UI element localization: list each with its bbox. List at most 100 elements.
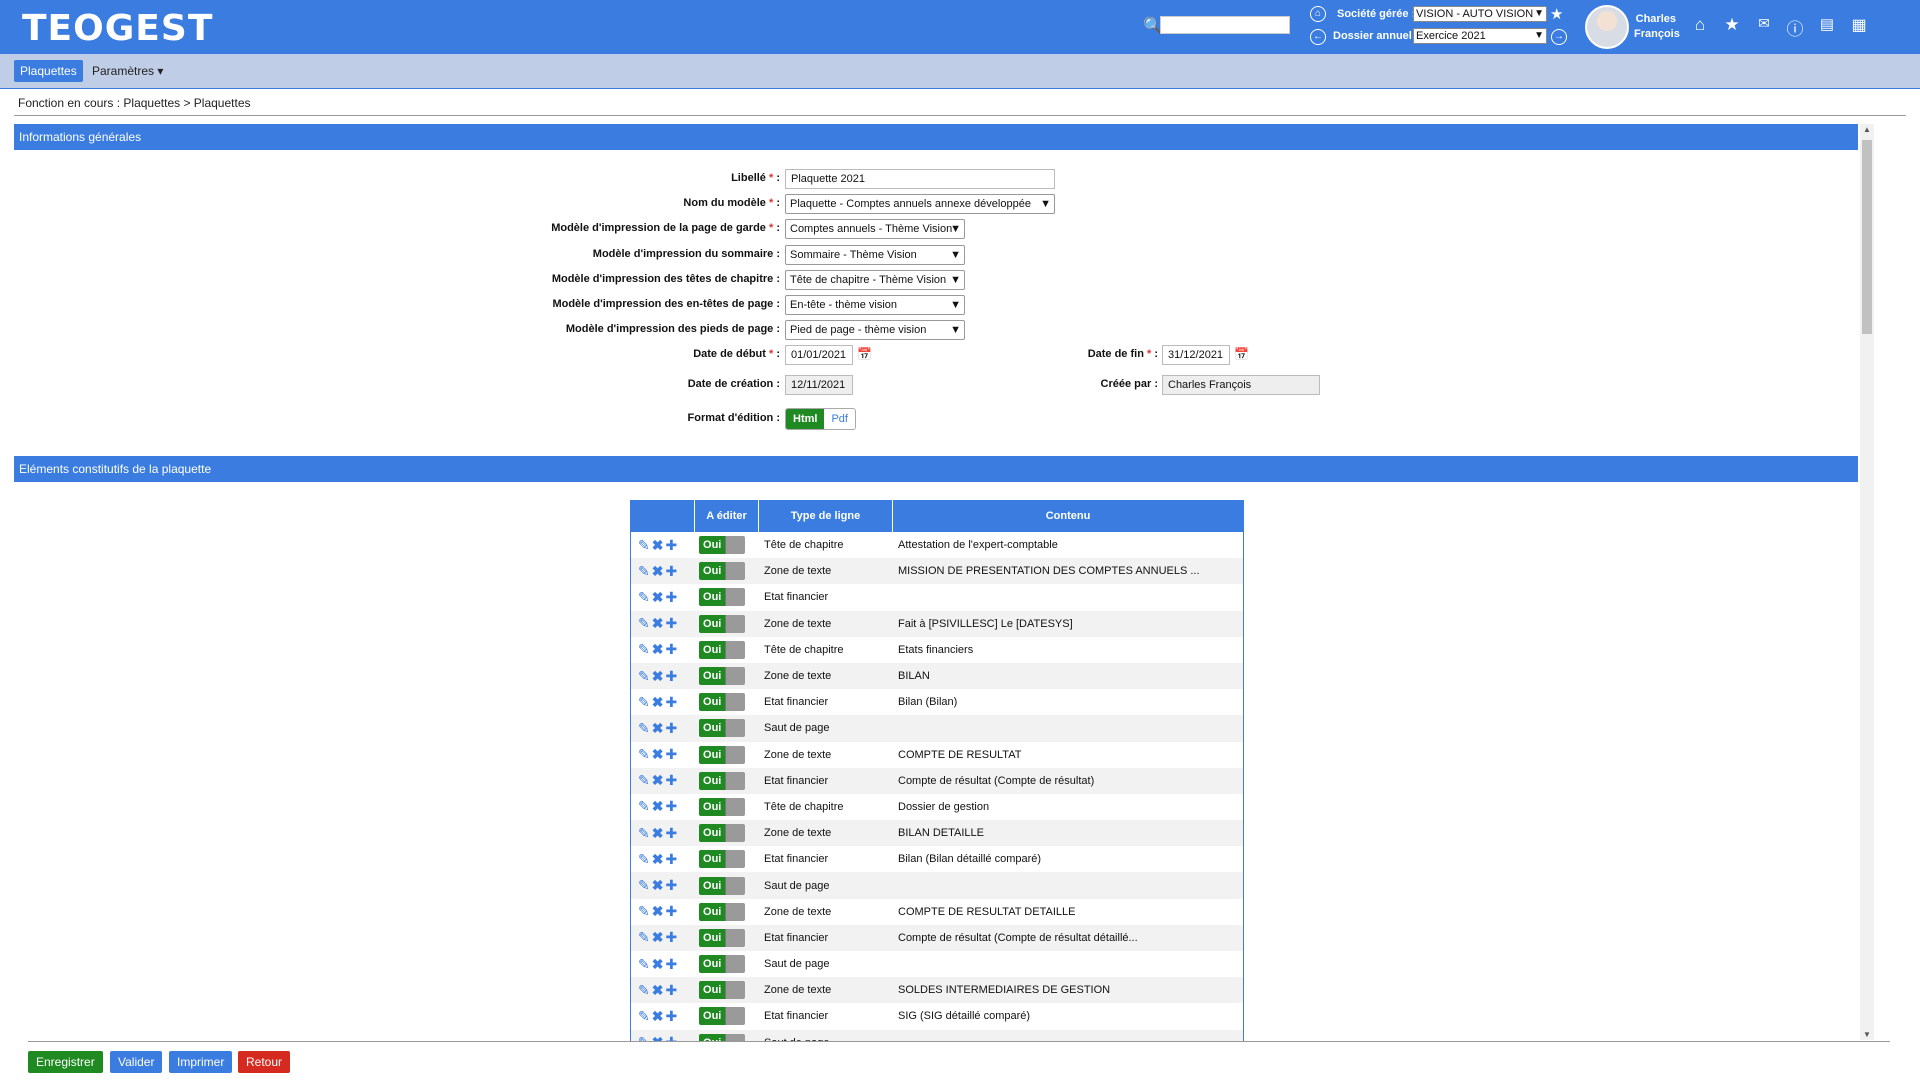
edit-icon[interactable]: ✎ xyxy=(638,641,650,658)
pied-select[interactable]: Pied de page - thème vision ▼ xyxy=(785,320,965,340)
favorites-icon[interactable]: ★ xyxy=(1721,15,1743,35)
delete-icon[interactable]: ✖ xyxy=(652,589,664,606)
add-icon[interactable]: ✚ xyxy=(665,720,677,737)
date-debut-input[interactable]: 01/01/2021 xyxy=(785,345,853,365)
next-icon[interactable]: → xyxy=(1551,29,1567,45)
edit-icon[interactable]: ✎ xyxy=(638,668,650,685)
delete-icon[interactable]: ✖ xyxy=(652,694,664,711)
add-icon[interactable]: ✚ xyxy=(665,668,677,685)
add-icon[interactable]: ✚ xyxy=(665,1008,677,1025)
format-html-option[interactable]: Html xyxy=(786,409,825,429)
delete-icon[interactable]: ✖ xyxy=(652,563,664,580)
edit-toggle[interactable]: Oui xyxy=(699,981,745,1000)
prev-icon[interactable]: ← xyxy=(1310,29,1326,45)
edit-toggle[interactable]: Oui xyxy=(699,1007,745,1026)
edit-toggle[interactable]: Oui xyxy=(699,1033,745,1041)
edit-icon[interactable]: ✎ xyxy=(638,982,650,999)
entete-select[interactable]: En-tête - thème vision ▼ xyxy=(785,295,965,315)
delete-icon[interactable]: ✖ xyxy=(652,615,664,632)
edit-icon[interactable]: ✎ xyxy=(638,694,650,711)
edit-toggle[interactable]: Oui xyxy=(699,693,745,712)
apps-icon[interactable]: ▦ xyxy=(1848,15,1870,35)
edit-toggle[interactable]: Oui xyxy=(699,562,745,581)
delete-icon[interactable]: ✖ xyxy=(652,668,664,685)
chapitre-select[interactable]: Tête de chapitre - Thème Vision ▼ xyxy=(785,270,965,290)
sommaire-select[interactable]: Sommaire - Thème Vision ▼ xyxy=(785,245,965,265)
edit-icon[interactable]: ✎ xyxy=(638,615,650,632)
edit-icon[interactable]: ✎ xyxy=(638,825,650,842)
document-icon[interactable]: ▤ xyxy=(1816,15,1838,33)
edit-toggle[interactable]: Oui xyxy=(699,902,745,921)
delete-icon[interactable]: ✖ xyxy=(652,956,664,973)
edit-icon[interactable]: ✎ xyxy=(638,1034,650,1041)
edit-toggle[interactable]: Oui xyxy=(699,928,745,947)
col-header-contenu[interactable]: Contenu xyxy=(893,500,1243,532)
delete-icon[interactable]: ✖ xyxy=(652,641,664,658)
delete-icon[interactable]: ✖ xyxy=(652,877,664,894)
delete-icon[interactable]: ✖ xyxy=(652,1034,664,1041)
edit-icon[interactable]: ✎ xyxy=(638,746,650,763)
add-icon[interactable]: ✚ xyxy=(665,956,677,973)
menu-plaquettes[interactable]: Plaquettes xyxy=(14,60,83,82)
delete-icon[interactable]: ✖ xyxy=(652,798,664,815)
edit-toggle[interactable]: Oui xyxy=(699,824,745,843)
avatar[interactable] xyxy=(1585,5,1629,49)
delete-icon[interactable]: ✖ xyxy=(652,851,664,868)
add-icon[interactable]: ✚ xyxy=(665,798,677,815)
delete-icon[interactable]: ✖ xyxy=(652,746,664,763)
menu-parametres[interactable]: Paramètres ▾ xyxy=(92,60,163,82)
col-header-type[interactable]: Type de ligne xyxy=(759,500,893,532)
add-icon[interactable]: ✚ xyxy=(665,563,677,580)
libelle-input[interactable]: Plaquette 2021 xyxy=(785,169,1055,189)
garde-select[interactable]: Comptes annuels - Thème Vision ▼ xyxy=(785,219,965,239)
delete-icon[interactable]: ✖ xyxy=(652,772,664,789)
delete-icon[interactable]: ✖ xyxy=(652,537,664,554)
edit-icon[interactable]: ✎ xyxy=(638,589,650,606)
dossier-select[interactable]: Exercice 2021 ▼ xyxy=(1413,28,1547,44)
user-name[interactable]: Charles François xyxy=(1634,12,1680,42)
societe-select[interactable]: VISION - AUTO VISION ▼ xyxy=(1413,6,1547,22)
delete-icon[interactable]: ✖ xyxy=(652,903,664,920)
add-icon[interactable]: ✚ xyxy=(665,851,677,868)
edit-icon[interactable]: ✎ xyxy=(638,798,650,815)
add-icon[interactable]: ✚ xyxy=(665,903,677,920)
search-input[interactable] xyxy=(1160,16,1290,34)
edit-icon[interactable]: ✎ xyxy=(638,563,650,580)
valider-button[interactable]: Valider xyxy=(110,1051,163,1073)
calendar-icon[interactable]: 📅 xyxy=(1234,347,1249,361)
modele-select[interactable]: Plaquette - Comptes annuels annexe dével… xyxy=(785,194,1055,214)
col-header-a-editer[interactable]: A éditer xyxy=(695,500,759,532)
add-icon[interactable]: ✚ xyxy=(665,825,677,842)
edit-toggle[interactable]: Oui xyxy=(699,667,745,686)
edit-icon[interactable]: ✎ xyxy=(638,877,650,894)
edit-toggle[interactable]: Oui xyxy=(699,640,745,659)
add-icon[interactable]: ✚ xyxy=(665,982,677,999)
edit-toggle[interactable]: Oui xyxy=(699,536,745,555)
add-icon[interactable]: ✚ xyxy=(665,746,677,763)
edit-icon[interactable]: ✎ xyxy=(638,772,650,789)
delete-icon[interactable]: ✖ xyxy=(652,825,664,842)
add-icon[interactable]: ✚ xyxy=(665,877,677,894)
mail-icon[interactable]: ✉ xyxy=(1753,15,1775,32)
add-icon[interactable]: ✚ xyxy=(665,615,677,632)
delete-icon[interactable]: ✖ xyxy=(652,929,664,946)
scroll-up-icon[interactable]: ▲ xyxy=(1863,125,1871,134)
edit-toggle[interactable]: Oui xyxy=(699,745,745,764)
delete-icon[interactable]: ✖ xyxy=(652,982,664,999)
scroll-down-icon[interactable]: ▼ xyxy=(1863,1030,1871,1039)
add-icon[interactable]: ✚ xyxy=(665,1034,677,1041)
edit-toggle[interactable]: Oui xyxy=(699,850,745,869)
home-icon[interactable]: ⌂ xyxy=(1310,6,1326,22)
date-fin-input[interactable]: 31/12/2021 xyxy=(1162,345,1230,365)
edit-icon[interactable]: ✎ xyxy=(638,720,650,737)
format-pdf-option[interactable]: Pdf xyxy=(824,409,855,429)
edit-toggle[interactable]: Oui xyxy=(699,771,745,790)
imprimer-button[interactable]: Imprimer xyxy=(169,1051,233,1073)
edit-toggle[interactable]: Oui xyxy=(699,876,745,895)
edit-icon[interactable]: ✎ xyxy=(638,537,650,554)
edit-icon[interactable]: ✎ xyxy=(638,903,650,920)
star-icon[interactable]: ★ xyxy=(1550,5,1563,23)
enregistrer-button[interactable]: Enregistrer xyxy=(28,1051,103,1073)
delete-icon[interactable]: ✖ xyxy=(652,1008,664,1025)
add-icon[interactable]: ✚ xyxy=(665,537,677,554)
